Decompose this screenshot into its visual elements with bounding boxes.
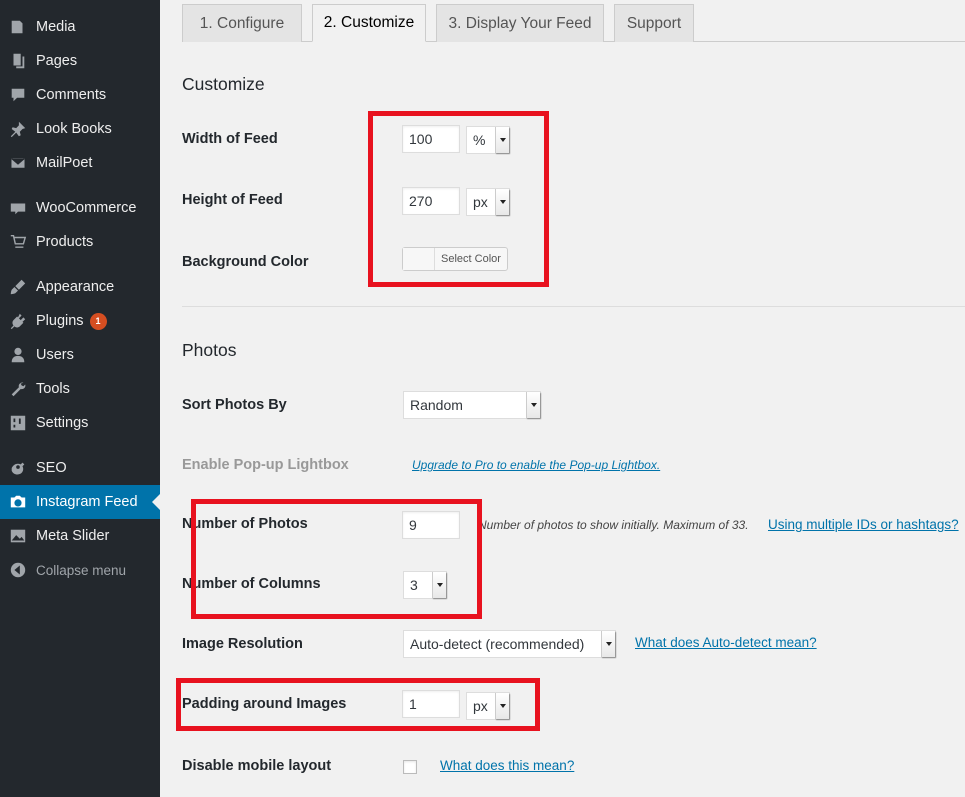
sidebar-item-label: Tools bbox=[36, 381, 70, 397]
tab-support[interactable]: Support bbox=[614, 4, 694, 42]
number-of-photos-note: Number of photos to show initially. Maxi… bbox=[478, 518, 749, 532]
cart-icon bbox=[0, 233, 36, 251]
settings-icon bbox=[0, 414, 36, 432]
sidebar-item-label: Settings bbox=[36, 415, 89, 431]
sidebar-item-users[interactable]: Users bbox=[0, 338, 160, 372]
sidebar-item-tools[interactable]: Tools bbox=[0, 372, 160, 406]
multiple-ids-link[interactable]: Using multiple IDs or hashtags? bbox=[768, 517, 959, 532]
sort-photos-value: Random bbox=[410, 397, 463, 413]
photos-heading: Photos bbox=[182, 340, 237, 360]
brush-icon bbox=[0, 278, 36, 296]
sidebar-item-media[interactable]: Media bbox=[0, 10, 160, 44]
sidebar-item-comments[interactable]: Comments bbox=[0, 78, 160, 112]
highlight-box bbox=[191, 499, 482, 619]
comments-icon bbox=[0, 86, 36, 104]
sort-photos-select[interactable]: Random bbox=[403, 391, 541, 419]
disable-mobile-checkbox[interactable] bbox=[403, 760, 417, 774]
sidebar-item-pages[interactable]: Pages bbox=[0, 44, 160, 78]
sidebar-item-label: Instagram Feed bbox=[36, 494, 138, 510]
sidebar-item-label: Look Books bbox=[36, 121, 112, 137]
tab-configure[interactable]: 1. Configure bbox=[182, 4, 302, 42]
dropdown-arrow-icon bbox=[526, 392, 540, 418]
sidebar-item-woocommerce[interactable]: WooCommerce bbox=[0, 191, 160, 225]
sidebar-item-label: Comments bbox=[36, 87, 107, 103]
mobile-help-link[interactable]: What does this mean? bbox=[440, 758, 574, 773]
sort-photos-label: Sort Photos By bbox=[182, 397, 287, 413]
pin-icon bbox=[0, 120, 36, 138]
collapse-menu-button[interactable]: Collapse menu bbox=[0, 553, 160, 587]
sidebar-item-seo[interactable]: SEO bbox=[0, 451, 160, 485]
sidebar-item-label: Plugins bbox=[36, 313, 84, 329]
seo-icon bbox=[0, 459, 36, 477]
sidebar-item-label: Meta Slider bbox=[36, 528, 110, 544]
image-resolution-label: Image Resolution bbox=[182, 636, 303, 652]
section-divider bbox=[182, 306, 965, 307]
sidebar-item-label: SEO bbox=[36, 460, 67, 476]
woo-icon bbox=[0, 199, 36, 217]
dropdown-arrow-icon bbox=[601, 631, 615, 657]
sidebar-item-look-books[interactable]: Look Books bbox=[0, 112, 160, 146]
collapse-arrow-icon bbox=[0, 561, 36, 579]
media-icon bbox=[0, 18, 36, 36]
sidebar-item-mailpoet[interactable]: MailPoet bbox=[0, 146, 160, 180]
mail-icon bbox=[0, 154, 36, 172]
sidebar-item-meta-slider[interactable]: Meta Slider bbox=[0, 519, 160, 553]
upgrade-pro-link[interactable]: Upgrade to Pro to enable the Pop-up Ligh… bbox=[412, 458, 660, 472]
image-icon bbox=[0, 527, 36, 545]
background-color-label: Background Color bbox=[182, 254, 309, 270]
sidebar-item-plugins[interactable]: Plugins 1 bbox=[0, 304, 160, 338]
height-label: Height of Feed bbox=[182, 192, 283, 208]
sidebar-item-label: Users bbox=[36, 347, 74, 363]
image-resolution-value: Auto-detect (recommended) bbox=[410, 636, 585, 652]
sidebar-item-products[interactable]: Products bbox=[0, 225, 160, 259]
wrench-icon bbox=[0, 380, 36, 398]
sidebar-item-instagram-feed[interactable]: Instagram Feed bbox=[0, 485, 160, 519]
collapse-menu-label: Collapse menu bbox=[36, 562, 127, 578]
pages-icon bbox=[0, 52, 36, 70]
tab-customize[interactable]: 2. Customize bbox=[312, 4, 426, 42]
sidebar-item-label: Products bbox=[36, 234, 94, 250]
sidebar-item-label: Media bbox=[36, 19, 76, 35]
admin-sidebar: Media Pages Comments Look Books MailPoet… bbox=[0, 0, 160, 797]
disable-mobile-label: Disable mobile layout bbox=[182, 758, 332, 774]
sidebar-item-appearance[interactable]: Appearance bbox=[0, 270, 160, 304]
sidebar-item-label: WooCommerce bbox=[36, 200, 137, 216]
lightbox-label: Enable Pop-up Lightbox bbox=[182, 457, 349, 473]
sidebar-item-label: Pages bbox=[36, 53, 78, 69]
sidebar-item-settings[interactable]: Settings bbox=[0, 406, 160, 440]
tab-display-feed[interactable]: 3. Display Your Feed bbox=[436, 4, 604, 42]
highlight-box bbox=[368, 111, 549, 287]
auto-detect-help-link[interactable]: What does Auto-detect mean? bbox=[635, 635, 817, 650]
user-icon bbox=[0, 346, 36, 364]
camera-icon bbox=[0, 493, 36, 511]
update-count-badge: 1 bbox=[89, 312, 107, 330]
image-resolution-select[interactable]: Auto-detect (recommended) bbox=[403, 630, 616, 658]
highlight-box bbox=[176, 678, 540, 731]
width-label: Width of Feed bbox=[182, 131, 278, 147]
sidebar-item-label: Appearance bbox=[36, 279, 115, 295]
plug-icon bbox=[0, 312, 36, 330]
customize-heading: Customize bbox=[182, 74, 265, 94]
sidebar-item-label: MailPoet bbox=[36, 155, 93, 171]
